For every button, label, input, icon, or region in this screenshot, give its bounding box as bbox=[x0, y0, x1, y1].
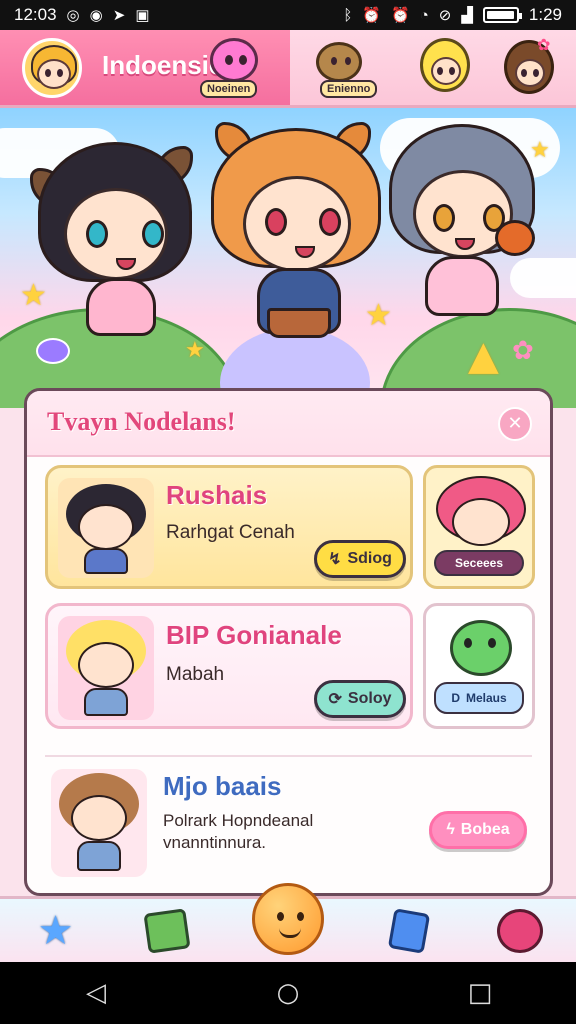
card-subtitle-line2: vnanntinnura. bbox=[163, 833, 267, 852]
card-thumbnail bbox=[58, 478, 154, 578]
instagram-icon: ◎ bbox=[66, 6, 80, 24]
close-button[interactable]: ✕ bbox=[498, 407, 532, 441]
mute-icon: ⊘ bbox=[438, 6, 452, 24]
brunette-avatar[interactable]: ✿ bbox=[504, 35, 554, 94]
soloy-button[interactable]: ⟳ Soloy bbox=[314, 680, 406, 718]
hero-scene: ★ ★ ★ ★ ▲ ✿ bbox=[0, 108, 576, 408]
card-title: BIP Gonianale bbox=[166, 620, 342, 650]
box-icon bbox=[143, 907, 191, 954]
melaus-button[interactable]: D Melaus bbox=[434, 682, 524, 714]
nav-box[interactable] bbox=[137, 904, 197, 958]
button-label: Bobea bbox=[460, 821, 510, 838]
tab-others[interactable]: Enienno ✿ bbox=[290, 30, 576, 105]
status-time: 12:03 bbox=[14, 5, 57, 24]
food-item bbox=[495, 220, 535, 256]
send-icon: ↯ bbox=[328, 551, 342, 568]
side-card-pink-hair[interactable]: Seceees bbox=[423, 465, 535, 589]
user-avatar[interactable] bbox=[22, 38, 82, 98]
flower-icon: ✿ bbox=[512, 336, 534, 366]
card-subtitle: Polrark Hopndeanal bbox=[163, 811, 314, 830]
side-card-green-monster[interactable]: D Melaus bbox=[423, 603, 535, 729]
character-grey-hair[interactable] bbox=[385, 120, 545, 330]
battery-icon bbox=[482, 7, 522, 23]
quest-panel: Tvayn Nodelans! ✕ Rushais Rarhgat Cenah … bbox=[24, 388, 553, 896]
status-bar: 12:03 ◎ ◉ ➤ ▣ ᛒ ⏰ ⏰ ◔ ⊘ ▟ 1:29 bbox=[0, 0, 576, 30]
button-label: Sdiog bbox=[347, 550, 392, 567]
side-label-seceees: Seceees bbox=[434, 550, 524, 576]
bluetooth-icon: ᛒ bbox=[343, 6, 353, 24]
card-mjo-baais[interactable]: Mjo baais Polrark Hopndeanal vnanntinnur… bbox=[45, 763, 535, 883]
alarm-icon: ⏰ bbox=[362, 6, 382, 24]
character-black-hair[interactable] bbox=[30, 138, 200, 348]
star-icon: ▲ bbox=[468, 333, 499, 379]
nav-home[interactable] bbox=[248, 879, 328, 959]
image-icon: ▣ bbox=[135, 6, 150, 24]
profile-icon bbox=[497, 908, 544, 953]
tab-label-noeinen: Noeinen bbox=[200, 80, 258, 98]
divider bbox=[45, 755, 532, 757]
app-title: Indoensic bbox=[102, 50, 224, 80]
home-face-icon bbox=[251, 882, 324, 955]
bobea-button[interactable]: ϟ Bobea bbox=[429, 811, 527, 849]
d-icon: D bbox=[451, 691, 460, 705]
top-tab-bar: Indoensic Noeinen Enienno ✿ bbox=[0, 30, 576, 108]
clock: 1:29 bbox=[528, 5, 562, 24]
card-title: Mjo baais bbox=[163, 771, 282, 801]
card-title: Rushais bbox=[166, 480, 268, 510]
card-rushais[interactable]: Rushais Rarhgat Cenah ↯ Sdiog bbox=[45, 465, 413, 589]
bottom-nav: ★ bbox=[0, 882, 576, 962]
recent-apps-icon[interactable]: □ bbox=[450, 978, 510, 1008]
blonde-avatar[interactable] bbox=[420, 38, 470, 92]
location-icon: ◉ bbox=[89, 6, 103, 24]
character-orange-hair[interactable] bbox=[205, 118, 385, 348]
sdiog-button[interactable]: ↯ Sdiog bbox=[314, 540, 406, 578]
wifi-icon: ◔ bbox=[419, 6, 429, 24]
refresh-icon: ⟳ bbox=[328, 691, 342, 708]
nav-profile[interactable] bbox=[490, 904, 550, 958]
nav-star[interactable]: ★ bbox=[26, 904, 86, 958]
card-icon bbox=[387, 907, 431, 954]
navigation-icon: ➤ bbox=[112, 6, 126, 24]
card-thumbnail bbox=[58, 616, 154, 720]
side-label-melaus: Melaus bbox=[465, 691, 507, 705]
bow-icon: ✿ bbox=[537, 35, 551, 54]
nav-cards[interactable] bbox=[379, 904, 439, 958]
tab-home[interactable]: Indoensic Noeinen bbox=[0, 30, 290, 105]
button-label: Soloy bbox=[347, 690, 392, 707]
panel-header: Tvayn Nodelans! ✕ bbox=[27, 391, 550, 457]
card-subtitle: Mabah bbox=[166, 664, 225, 685]
monster-avatar[interactable] bbox=[210, 38, 258, 82]
home-icon[interactable]: ○ bbox=[258, 978, 318, 1008]
tab-label-enienno: Enienno bbox=[320, 80, 378, 98]
signal-icon: ▟ bbox=[461, 6, 473, 24]
system-nav-bar: ◁ ○ □ bbox=[0, 962, 576, 1024]
alarm-icon: ⏰ bbox=[391, 6, 410, 24]
bear-avatar[interactable] bbox=[316, 42, 362, 82]
lightning-icon: ϟ bbox=[446, 821, 455, 838]
star-icon: ★ bbox=[37, 907, 74, 954]
back-icon[interactable]: ◁ bbox=[66, 978, 126, 1008]
card-subtitle: Rarhgat Cenah bbox=[166, 522, 295, 543]
card-thumbnail bbox=[51, 769, 147, 877]
card-bip-gonianale[interactable]: BIP Gonianale Mabah ⟳ Soloy bbox=[45, 603, 413, 729]
panel-title: Tvayn Nodelans! bbox=[47, 407, 236, 436]
close-icon: ✕ bbox=[507, 413, 523, 434]
